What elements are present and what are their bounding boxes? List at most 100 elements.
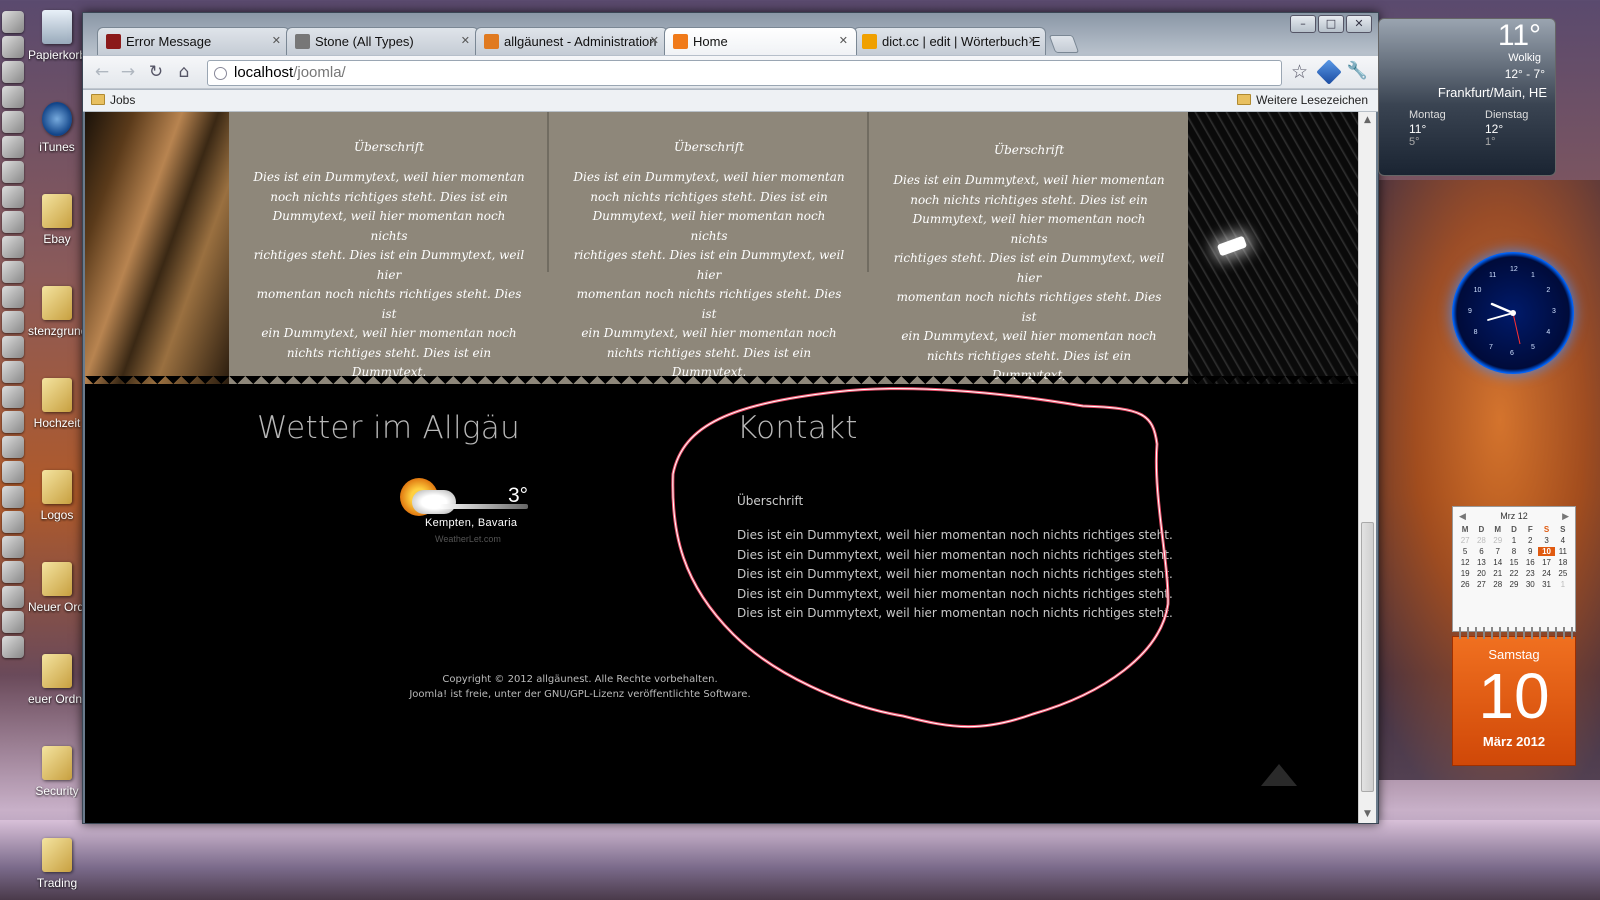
bookmark-folder-other[interactable]: Weitere Lesezeichen xyxy=(1237,93,1368,107)
calendar-day[interactable]: 28 xyxy=(1490,580,1506,589)
calendar-day[interactable]: 1 xyxy=(1555,580,1571,589)
back-to-top-icon[interactable] xyxy=(1261,764,1297,786)
page-scrollbar[interactable]: ▲ ▼ xyxy=(1358,112,1376,823)
desktop-icon[interactable]: Trading xyxy=(28,838,86,900)
quicklaunch-icon[interactable] xyxy=(2,536,24,558)
calendar-day[interactable]: 29 xyxy=(1490,536,1506,545)
quicklaunch-icon[interactable] xyxy=(2,111,24,133)
quicklaunch-icon[interactable] xyxy=(2,86,24,108)
bookmark-folder-jobs[interactable]: Jobs xyxy=(91,93,135,107)
calendar-day[interactable]: 8 xyxy=(1506,547,1522,556)
calendar-day[interactable]: 12 xyxy=(1457,558,1473,567)
desktop-icon[interactable]: Hochzeit xyxy=(28,378,86,468)
calendar-gadget[interactable]: ◀ Mrz 12 ▶ M D M D F S S 27 28 29 1 2 3 4 5 6 7 8 9 10 11 12 1… xyxy=(1452,506,1576,632)
new-tab-button[interactable] xyxy=(1048,35,1080,53)
calendar-day[interactable]: 31 xyxy=(1538,580,1554,589)
clock-gadget[interactable]: 12 1 2 3 4 5 6 7 8 9 10 11 xyxy=(1452,252,1574,374)
quicklaunch-icon[interactable] xyxy=(2,336,24,358)
scroll-down-icon[interactable]: ▼ xyxy=(1359,806,1376,823)
forward-icon[interactable]: → xyxy=(117,61,139,83)
tab-close-icon[interactable]: ✕ xyxy=(650,34,659,47)
address-bar[interactable]: localhost/joomla/ xyxy=(207,60,1282,86)
calendar-day[interactable]: 27 xyxy=(1473,580,1489,589)
quicklaunch-icon[interactable] xyxy=(2,61,24,83)
quicklaunch-icon[interactable] xyxy=(2,186,24,208)
quicklaunch-icon[interactable] xyxy=(2,511,24,533)
quicklaunch-icon[interactable] xyxy=(2,411,24,433)
calendar-day[interactable]: 23 xyxy=(1522,569,1538,578)
desktop-icon[interactable]: euer Ordne xyxy=(28,654,86,744)
calendar-day[interactable]: 26 xyxy=(1457,580,1473,589)
bookmark-star-icon[interactable]: ☆ xyxy=(1291,61,1308,83)
tab-close-icon[interactable]: ✕ xyxy=(272,34,281,47)
quicklaunch-icon[interactable] xyxy=(2,161,24,183)
calendar-day[interactable]: 9 xyxy=(1522,547,1538,556)
weather-source-link[interactable]: WeatherLet.com xyxy=(435,534,501,544)
browser-tab[interactable]: dict.cc | edit | Wörterbuch E ✕ xyxy=(853,27,1046,55)
calendar-day[interactable]: 1 xyxy=(1506,536,1522,545)
tab-close-icon[interactable]: ✕ xyxy=(461,34,470,47)
calendar-day[interactable]: 10 xyxy=(1538,547,1555,556)
quicklaunch-icon[interactable] xyxy=(2,211,24,233)
quicklaunch-icon[interactable] xyxy=(2,461,24,483)
close-window-button[interactable]: ✕ xyxy=(1346,15,1372,33)
calendar-day[interactable]: 19 xyxy=(1457,569,1473,578)
calendar-day[interactable]: 5 xyxy=(1457,547,1473,556)
calendar-day[interactable]: 6 xyxy=(1473,547,1489,556)
quicklaunch-icon[interactable] xyxy=(2,636,24,658)
scroll-thumb[interactable] xyxy=(1361,522,1374,792)
quicklaunch-icon[interactable] xyxy=(2,261,24,283)
minimize-button[interactable]: – xyxy=(1290,15,1316,33)
quicklaunch-icon[interactable] xyxy=(2,311,24,333)
calendar-day[interactable]: 18 xyxy=(1555,558,1571,567)
calendar-day[interactable]: 27 xyxy=(1457,536,1473,545)
extension-icon[interactable] xyxy=(1316,59,1342,85)
calendar-day[interactable]: 15 xyxy=(1506,558,1522,567)
desktop-icon[interactable]: Ebay xyxy=(28,194,86,284)
calendar-day[interactable]: 22 xyxy=(1506,569,1522,578)
weather-gadget[interactable]: 11° Wolkig 12° - 7° Frankfurt/Main, HE M… xyxy=(1378,18,1556,176)
back-icon[interactable]: ← xyxy=(91,61,113,83)
calendar-day[interactable]: 29 xyxy=(1506,580,1522,589)
calendar-day[interactable]: 16 xyxy=(1522,558,1538,567)
quicklaunch-icon[interactable] xyxy=(2,586,24,608)
quicklaunch-icon[interactable] xyxy=(2,386,24,408)
date-gadget[interactable]: Samstag 10 März 2012 xyxy=(1452,627,1576,766)
calendar-next-icon[interactable]: ▶ xyxy=(1562,511,1569,522)
quicklaunch-icon[interactable] xyxy=(2,611,24,633)
desktop-icon[interactable]: Neuer Ordn xyxy=(28,562,86,652)
desktop-icon[interactable]: Logos xyxy=(28,470,86,560)
tab-close-icon[interactable]: ✕ xyxy=(1028,34,1037,47)
calendar-day[interactable]: 17 xyxy=(1538,558,1554,567)
quicklaunch-icon[interactable] xyxy=(2,236,24,258)
calendar-day[interactable]: 24 xyxy=(1538,569,1554,578)
quicklaunch-icon[interactable] xyxy=(2,11,24,33)
calendar-day[interactable]: 21 xyxy=(1490,569,1506,578)
calendar-day[interactable]: 28 xyxy=(1473,536,1489,545)
desktop-icon[interactable]: stenzgrund xyxy=(28,286,86,376)
wrench-menu-icon[interactable]: 🔧 xyxy=(1347,61,1368,81)
calendar-prev-icon[interactable]: ◀ xyxy=(1459,511,1466,522)
browser-tab[interactable]: Error Message ✕ xyxy=(97,27,290,55)
tab-close-icon[interactable]: ✕ xyxy=(839,34,848,47)
quicklaunch-icon[interactable] xyxy=(2,136,24,158)
calendar-day[interactable]: 14 xyxy=(1490,558,1506,567)
home-icon[interactable]: ⌂ xyxy=(173,61,195,83)
calendar-day[interactable]: 30 xyxy=(1522,580,1538,589)
browser-tab[interactable]: Stone (All Types) ✕ xyxy=(286,27,479,55)
calendar-day[interactable]: 20 xyxy=(1473,569,1489,578)
calendar-day[interactable]: 7 xyxy=(1490,547,1506,556)
calendar-day[interactable]: 11 xyxy=(1555,547,1571,556)
scroll-up-icon[interactable]: ▲ xyxy=(1359,112,1376,129)
maximize-button[interactable]: □ xyxy=(1318,15,1344,33)
calendar-day[interactable]: 3 xyxy=(1538,536,1554,545)
calendar-day[interactable]: 13 xyxy=(1473,558,1489,567)
reload-icon[interactable]: ↻ xyxy=(145,61,167,83)
quicklaunch-icon[interactable] xyxy=(2,286,24,308)
browser-tab[interactable]: allgäunest - Administration ✕ xyxy=(475,27,668,55)
browser-tab[interactable]: Home ✕ xyxy=(664,27,857,55)
calendar-day[interactable]: 2 xyxy=(1522,536,1538,545)
quicklaunch-icon[interactable] xyxy=(2,361,24,383)
desktop-icon[interactable]: iTunes xyxy=(28,102,86,192)
desktop-icon[interactable]: Papierkorb xyxy=(28,10,86,100)
